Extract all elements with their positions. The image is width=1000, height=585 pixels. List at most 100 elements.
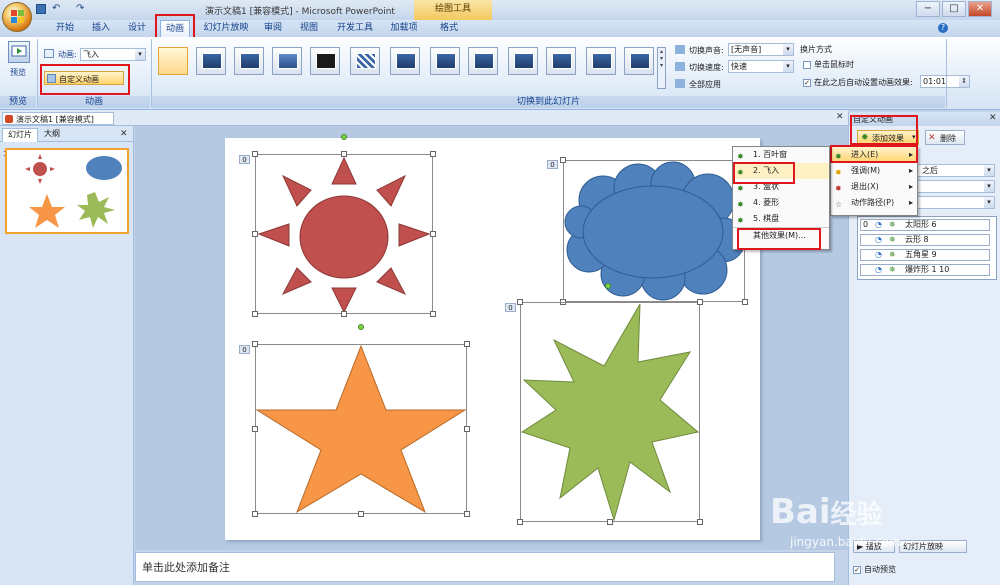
more-effects[interactable]: 其他效果(M)...: [733, 227, 829, 243]
resize-handle[interactable]: [341, 311, 347, 317]
tab-home[interactable]: 开始: [50, 20, 80, 37]
notes-pane[interactable]: 单击此处添加备注: [135, 552, 835, 582]
effect-fly-in[interactable]: ✸ 2. 飞入: [733, 163, 829, 179]
tab-outline[interactable]: 大纲: [40, 128, 64, 142]
rotate-handle[interactable]: [605, 283, 611, 289]
explosion-shape[interactable]: [520, 302, 700, 522]
resize-handle[interactable]: [697, 519, 703, 525]
tab-addins[interactable]: 加载项: [384, 20, 424, 37]
resize-handle[interactable]: [430, 311, 436, 317]
speed-select-pane[interactable]: ▾: [915, 196, 995, 209]
transition-thumb-2[interactable]: [196, 47, 226, 75]
sound-select[interactable]: [无声音] ▾: [728, 43, 794, 56]
slide-thumbnail-1[interactable]: [5, 148, 129, 234]
auto-time-spinner[interactable]: 01:01 ⇕: [920, 75, 970, 88]
save-icon[interactable]: [36, 4, 46, 14]
maximize-button[interactable]: □: [942, 1, 966, 17]
transition-thumb-5[interactable]: [310, 47, 340, 75]
animation-list-item[interactable]: ◔ ✵ 云形 8: [860, 234, 990, 246]
undo-icon[interactable]: ↶: [52, 3, 60, 14]
resize-handle[interactable]: [607, 519, 613, 525]
on-click-checkbox[interactable]: [803, 60, 811, 69]
menu-entrance[interactable]: ✸ 进入(E) ▸: [831, 147, 917, 163]
custom-animation-button[interactable]: 自定义动画: [44, 71, 124, 85]
resize-handle[interactable]: [430, 231, 436, 237]
tab-design[interactable]: 设计: [122, 20, 152, 37]
slides-pane-close[interactable]: ✕: [120, 129, 128, 139]
tab-slideshow[interactable]: 幻灯片放映: [200, 20, 252, 37]
resize-handle[interactable]: [517, 299, 523, 305]
resize-handle[interactable]: [252, 311, 258, 317]
transition-thumb-7[interactable]: [390, 47, 420, 75]
minimize-button[interactable]: −: [916, 1, 940, 17]
resize-handle[interactable]: [560, 157, 566, 163]
slideshow-button[interactable]: 幻灯片放映: [899, 540, 967, 553]
animation-list-item[interactable]: 0 ◔ ✵ 太阳形 6: [860, 219, 990, 231]
document-tab[interactable]: 演示文稿1 [兼容模式]: [2, 112, 114, 125]
resize-handle[interactable]: [252, 511, 258, 517]
add-effect-button[interactable]: ✸ 添加效果 ▾: [857, 130, 919, 145]
transition-thumb-4[interactable]: [272, 47, 302, 75]
preview-button-label[interactable]: 预览: [10, 67, 26, 78]
remove-effect-button[interactable]: ✕ 删除: [925, 130, 965, 145]
tab-slides[interactable]: 幻灯片: [2, 128, 38, 142]
animation-list-item[interactable]: ◔ ✵ 爆炸形 1 10: [860, 264, 990, 276]
preview-icon[interactable]: [8, 41, 30, 63]
tab-view[interactable]: 视图: [294, 20, 324, 37]
resize-handle[interactable]: [464, 426, 470, 432]
transition-thumb-12[interactable]: [586, 47, 616, 75]
effect-box[interactable]: ✸ 3. 盒状: [733, 179, 829, 195]
document-close-button[interactable]: ✕: [836, 112, 844, 122]
resize-handle[interactable]: [341, 151, 347, 157]
effect-blinds[interactable]: ✸ 1. 百叶窗: [733, 147, 829, 163]
rotate-handle[interactable]: [358, 324, 364, 330]
transition-none-thumb[interactable]: [158, 47, 188, 75]
effect-diamond[interactable]: ✸ 4. 菱形: [733, 195, 829, 211]
transition-thumb-6[interactable]: [350, 47, 380, 75]
redo-icon[interactable]: ↷: [76, 3, 84, 14]
resize-handle[interactable]: [464, 341, 470, 347]
help-icon[interactable]: ?: [938, 23, 948, 33]
office-button[interactable]: [2, 2, 32, 32]
autopreview-checkbox[interactable]: ✓: [853, 565, 861, 574]
transition-thumb-13[interactable]: [624, 47, 654, 75]
transition-thumb-8[interactable]: [430, 47, 460, 75]
start-select[interactable]: 之后 ▾: [915, 164, 995, 177]
transition-gallery-scroll[interactable]: ▴ ▾ ▾: [657, 47, 666, 89]
transition-thumb-3[interactable]: [234, 47, 264, 75]
pane-close-button[interactable]: ✕: [989, 113, 997, 123]
resize-handle[interactable]: [430, 151, 436, 157]
rotate-handle[interactable]: [341, 134, 347, 140]
drawing-tools-context-tab[interactable]: 绘图工具: [414, 0, 492, 20]
effect-checkerboard[interactable]: ✸ 5. 棋盘: [733, 211, 829, 227]
menu-emphasis[interactable]: ✸ 强调(M) ▸: [831, 163, 917, 179]
tab-insert[interactable]: 插入: [86, 20, 116, 37]
cloud-shape[interactable]: [563, 160, 745, 302]
tab-developer[interactable]: 开发工具: [332, 20, 378, 37]
menu-exit[interactable]: ✸ 退出(X) ▸: [831, 179, 917, 195]
direction-select[interactable]: ▾: [915, 180, 995, 193]
animate-select[interactable]: 飞入 ▾: [80, 48, 146, 61]
transition-thumb-11[interactable]: [546, 47, 576, 75]
close-window-button[interactable]: ✕: [968, 1, 992, 17]
apply-all-button[interactable]: 全部应用: [689, 79, 721, 90]
resize-handle[interactable]: [252, 426, 258, 432]
resize-handle[interactable]: [464, 511, 470, 517]
tab-review[interactable]: 审阅: [258, 20, 288, 37]
resize-handle[interactable]: [697, 299, 703, 305]
menu-motion-path[interactable]: ☆ 动作路径(P) ▸: [831, 195, 917, 211]
tab-animations[interactable]: 动画: [160, 20, 190, 37]
resize-handle[interactable]: [517, 519, 523, 525]
auto-after-checkbox[interactable]: ✓: [803, 78, 811, 87]
five-point-star-shape[interactable]: [255, 344, 467, 514]
tab-format[interactable]: 格式: [434, 20, 464, 37]
transition-thumb-10[interactable]: [508, 47, 538, 75]
resize-handle[interactable]: [252, 231, 258, 237]
sun-shape[interactable]: [255, 154, 433, 314]
resize-handle[interactable]: [252, 341, 258, 347]
speed-select[interactable]: 快速 ▾: [728, 60, 794, 73]
resize-handle[interactable]: [742, 299, 748, 305]
transition-thumb-9[interactable]: [468, 47, 498, 75]
resize-handle[interactable]: [358, 511, 364, 517]
animation-list-item[interactable]: ◔ ✵ 五角星 9: [860, 249, 990, 261]
